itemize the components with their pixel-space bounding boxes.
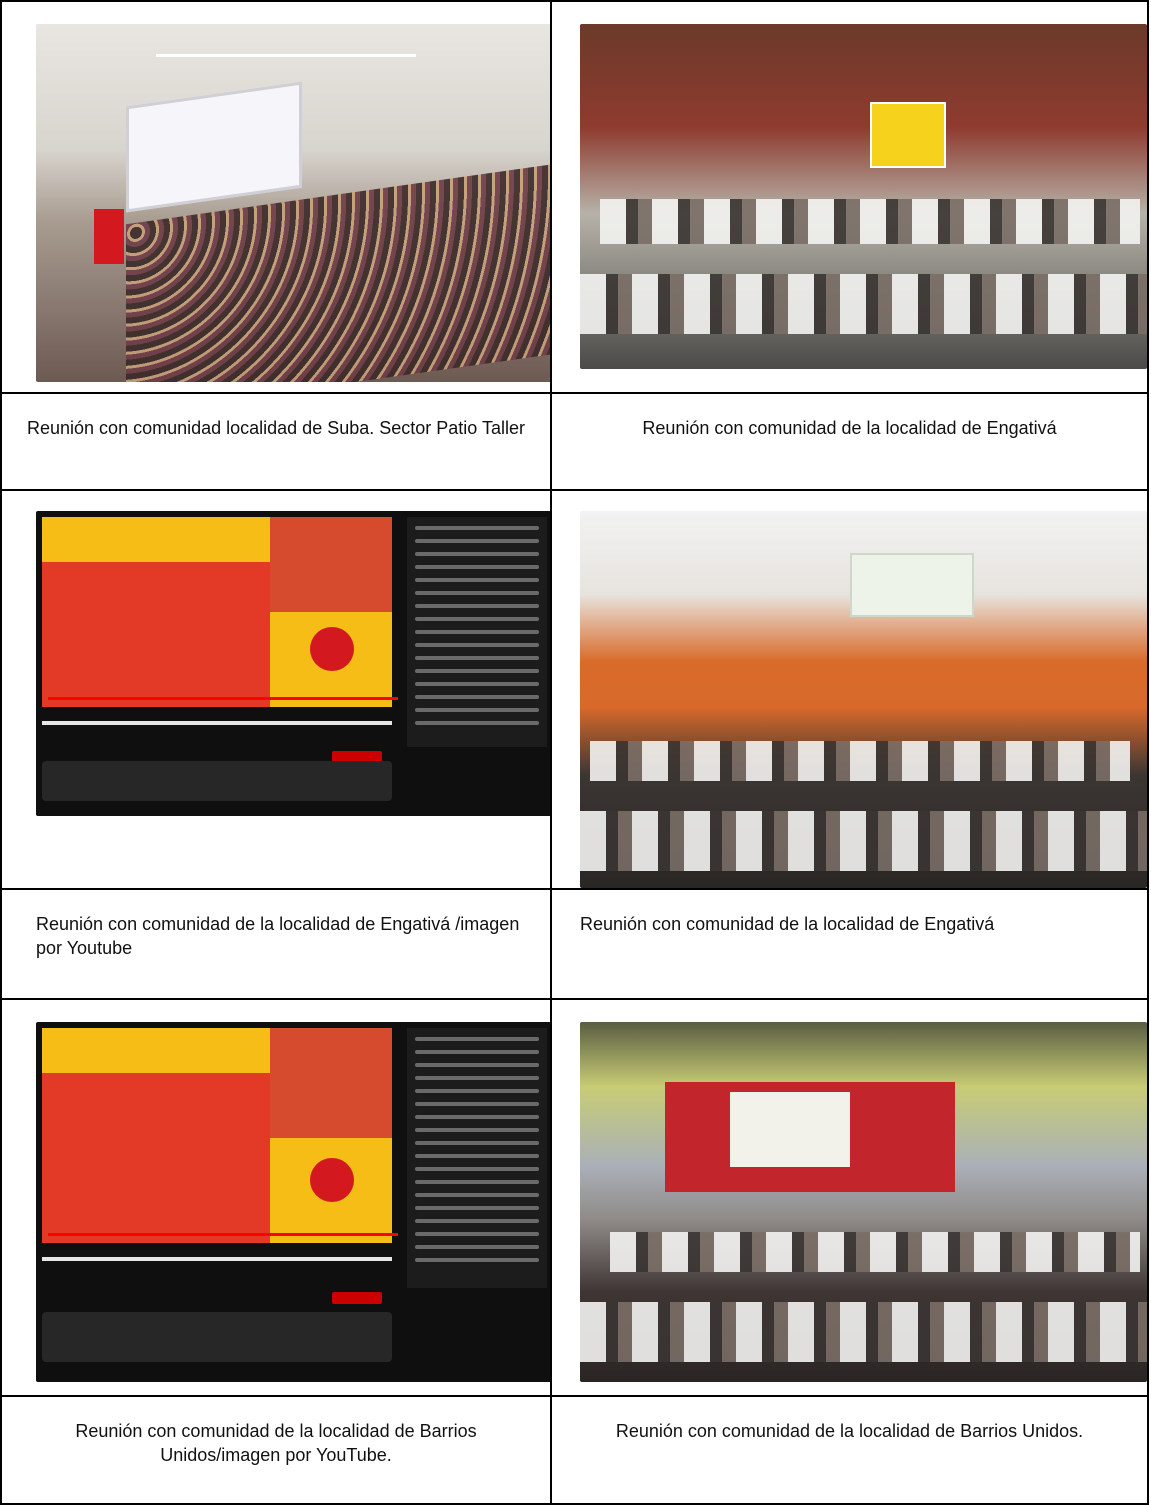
- meeting-photo-suba: [36, 24, 550, 382]
- meeting-photo-barrios-unidos: [580, 1022, 1147, 1382]
- caption-cell: Reunión con comunidad de la localidad de…: [0, 890, 552, 1000]
- youtube-screenshot-engativa: [36, 511, 550, 816]
- caption-engativa-youtube: Reunión con comunidad de la localidad de…: [36, 914, 520, 958]
- caption-cell: Reunión con comunidad de la localidad de…: [0, 1397, 552, 1505]
- caption-suba: Reunión con comunidad localidad de Suba.…: [27, 418, 525, 438]
- caption-engativa-2: Reunión con comunidad de la localidad de…: [580, 914, 995, 934]
- caption-cell: Reunión con comunidad de la localidad de…: [552, 890, 1149, 1000]
- meeting-photo-engativa-1: [580, 24, 1147, 369]
- caption-cell: Reunión con comunidad de la localidad de…: [552, 394, 1149, 491]
- image-cell-engativa-1: [552, 0, 1149, 394]
- caption-cell: Reunión con comunidad de la localidad de…: [552, 1397, 1149, 1505]
- caption-barrios-unidos: Reunión con comunidad de la localidad de…: [615, 1421, 1084, 1441]
- caption-engativa-1: Reunión con comunidad de la localidad de…: [642, 418, 1057, 438]
- image-cell-engativa-2: [552, 491, 1149, 890]
- photo-table: Reunión con comunidad localidad de Suba.…: [0, 0, 1151, 1505]
- image-cell-suba: [0, 0, 552, 394]
- youtube-screenshot-barrios-unidos: [36, 1022, 550, 1382]
- caption-barrios-youtube: Reunión con comunidad de la localidad de…: [75, 1421, 477, 1465]
- meeting-photo-engativa-2: [580, 511, 1147, 888]
- image-cell-barrios-unidos: [552, 1000, 1149, 1397]
- caption-cell: Reunión con comunidad localidad de Suba.…: [0, 394, 552, 491]
- image-cell-youtube-engativa: [0, 491, 552, 890]
- image-cell-youtube-barrios: [0, 1000, 552, 1397]
